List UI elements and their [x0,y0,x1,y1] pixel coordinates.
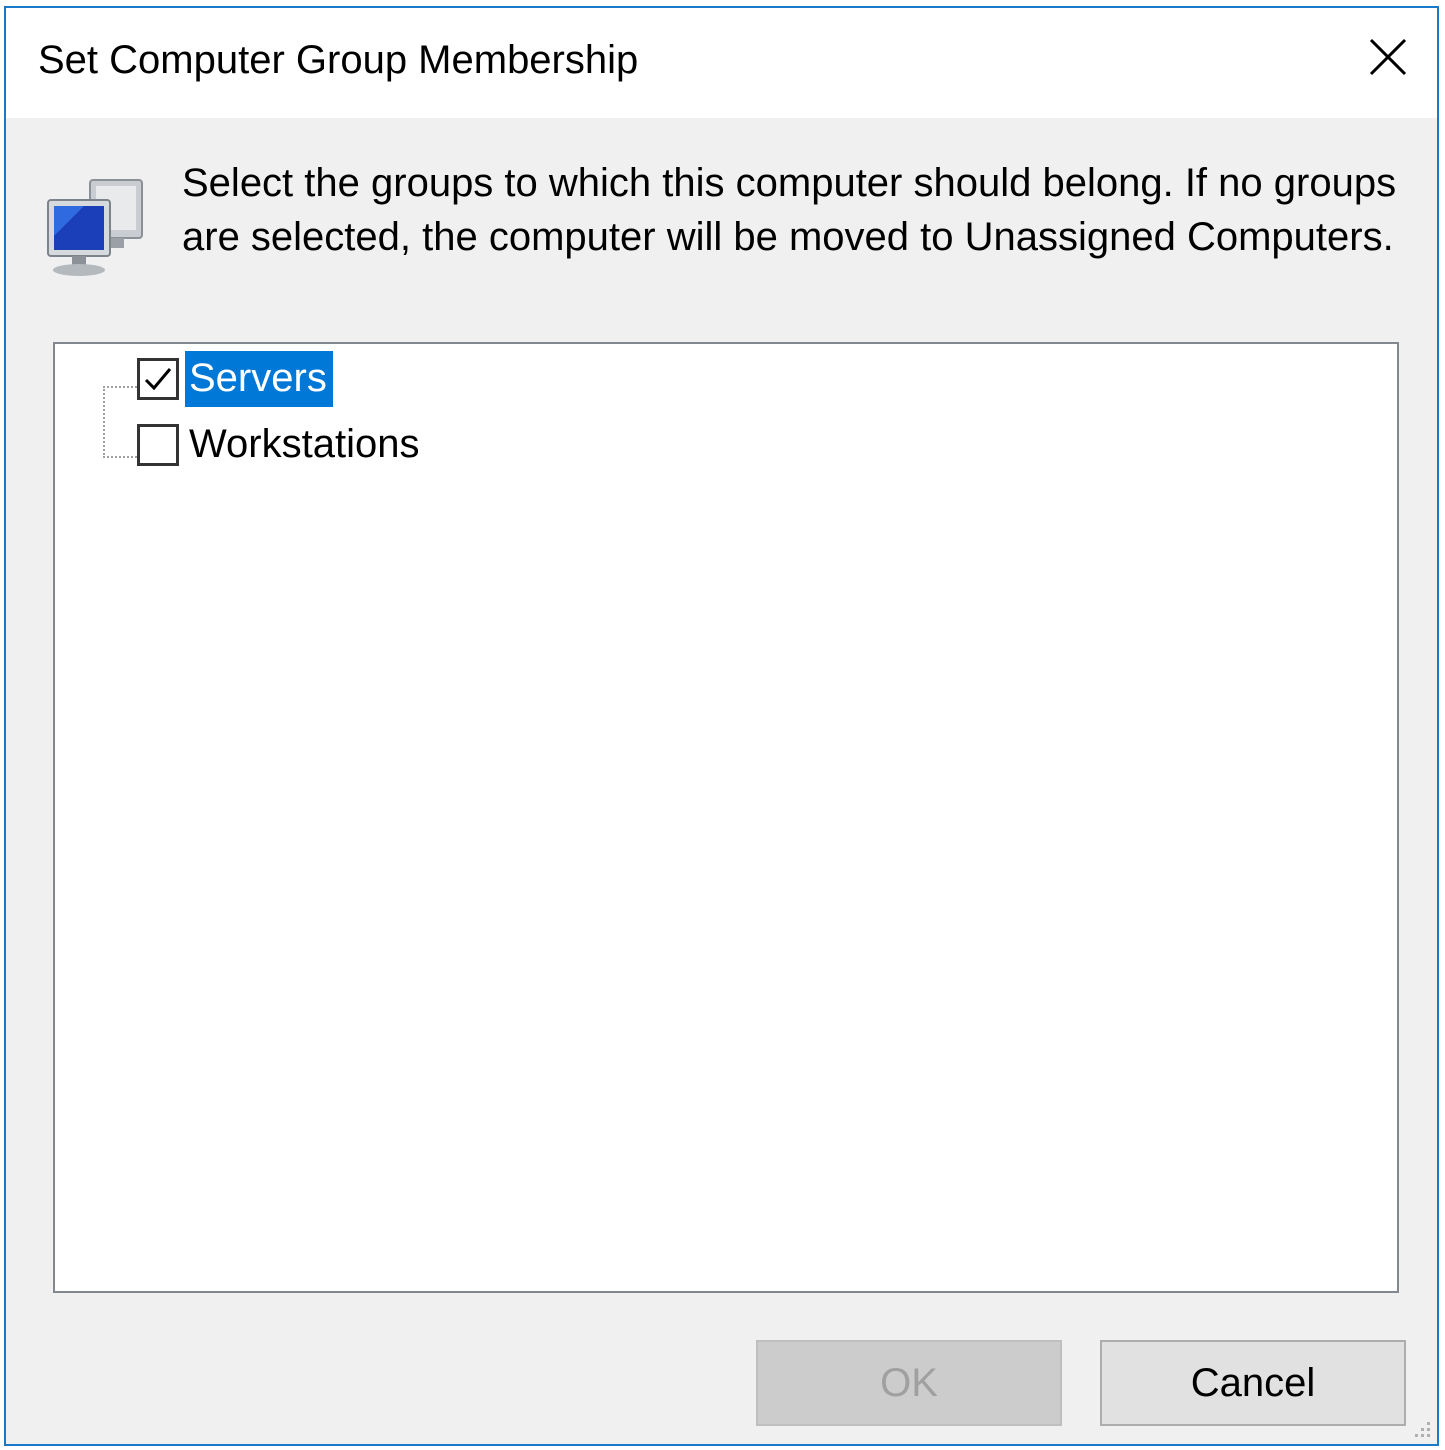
workstations-checkbox[interactable] [137,424,179,466]
ok-button[interactable]: OK [756,1340,1062,1426]
checkmark-icon [144,368,172,391]
tree-connector [103,386,137,388]
title-bar[interactable]: Set Computer Group Membership [6,8,1437,118]
computer-group-icon [47,179,143,276]
group-item-workstations[interactable]: Workstations [137,418,425,472]
dialog-title: Set Computer Group Membership [38,38,639,82]
cancel-button[interactable]: Cancel [1100,1340,1406,1426]
close-icon [1369,38,1407,76]
group-item-label: Workstations [189,422,420,466]
instructions-text: Select the groups to which this computer… [182,161,1397,259]
tree-connector [103,456,137,458]
group-tree-list[interactable]: Servers Workstations [53,342,1399,1293]
resize-grip-icon[interactable] [1409,1416,1433,1440]
close-button[interactable] [1359,28,1419,88]
set-computer-group-membership-dialog: Set Computer Group Membership Select the… [4,6,1439,1446]
tree-connector [103,386,105,458]
group-item-label: Servers [185,351,333,407]
group-item-servers[interactable]: Servers [137,351,333,407]
dialog-content: Select the groups to which this computer… [6,118,1437,1444]
servers-checkbox[interactable] [137,358,179,400]
